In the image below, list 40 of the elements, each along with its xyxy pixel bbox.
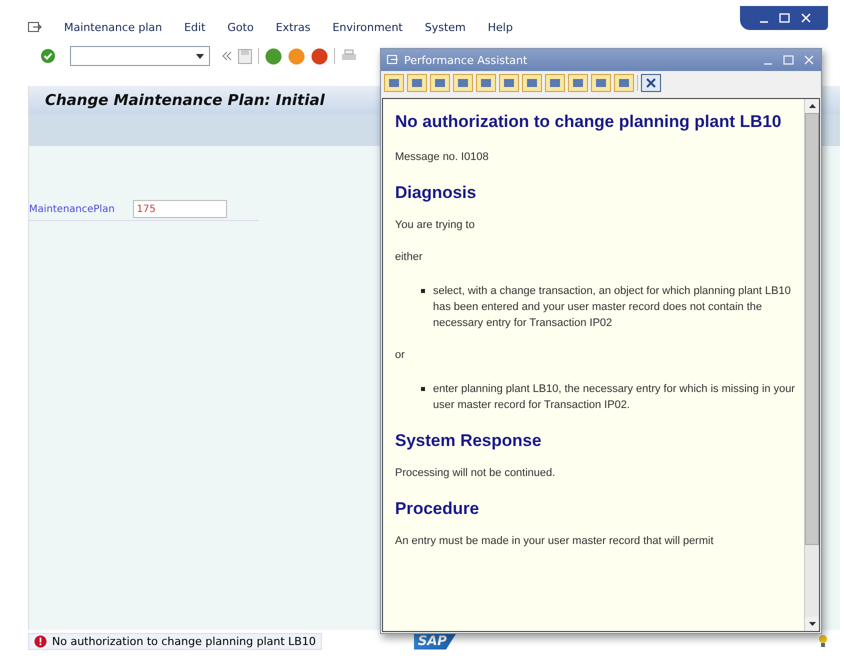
scrollbar[interactable] xyxy=(804,99,819,631)
bullet-icon xyxy=(421,289,425,293)
dialog-title: Performance Assistant xyxy=(404,54,528,66)
bullet-text: select, with a change transaction, an object for which planning plant LB10 has been entered and your user master record does not contain the necessary entry for Transaction IP02 xyxy=(433,284,792,331)
help-text: Processing will not be continued. xyxy=(395,467,556,479)
scroll-up-icon[interactable] xyxy=(808,104,816,108)
bullet-text: enter planning plant LB10, the necessary entry for which is missing in your user master record for Transaction IP02. xyxy=(433,382,796,413)
dropdown-icon[interactable] xyxy=(196,54,204,59)
help-text: Message no. I0108 xyxy=(395,151,490,163)
menu-item[interactable]: Edit xyxy=(184,20,206,34)
section-heading: System Response xyxy=(395,431,542,451)
menu-item[interactable]: Maintenance plan xyxy=(64,20,162,34)
help-text: either xyxy=(395,251,424,263)
lightbulb-icon[interactable] xyxy=(818,634,828,648)
screen-title: Change Maintenance Plan: Initial xyxy=(45,91,325,109)
help-title: No authorization to change planning plant LB10 xyxy=(395,111,782,133)
menu-icon[interactable] xyxy=(387,55,399,65)
menu-item[interactable]: Environment xyxy=(332,20,403,34)
section-heading: Diagnosis xyxy=(395,183,478,203)
bullet-icon xyxy=(421,387,425,391)
menu-item[interactable]: Extras xyxy=(276,20,310,34)
save-icon[interactable] xyxy=(238,48,252,64)
section-heading: Procedure xyxy=(395,499,480,519)
menu-item[interactable]: Help xyxy=(488,20,513,34)
status-text: No authorization to change planning plant LB10 xyxy=(52,634,316,648)
menu-item[interactable]: System xyxy=(424,20,466,34)
double-chevron-icon[interactable] xyxy=(222,51,232,61)
menu-icon[interactable] xyxy=(28,22,42,32)
dialog-window-controls[interactable] xyxy=(763,55,815,65)
help-text: You are trying to xyxy=(395,219,476,231)
help-text: An entry must be made in your user master record that will permit xyxy=(395,535,715,547)
scroll-down-icon[interactable] xyxy=(808,622,816,626)
command-field[interactable] xyxy=(70,46,210,66)
menu-item[interactable]: Goto xyxy=(227,20,254,34)
help-text: or xyxy=(395,349,406,361)
error-icon xyxy=(34,634,47,648)
close-icon[interactable] xyxy=(641,74,661,92)
check-icon[interactable] xyxy=(40,48,56,64)
input-field[interactable]: 175 xyxy=(132,200,227,218)
field-label: MaintenancePlan xyxy=(29,204,115,214)
